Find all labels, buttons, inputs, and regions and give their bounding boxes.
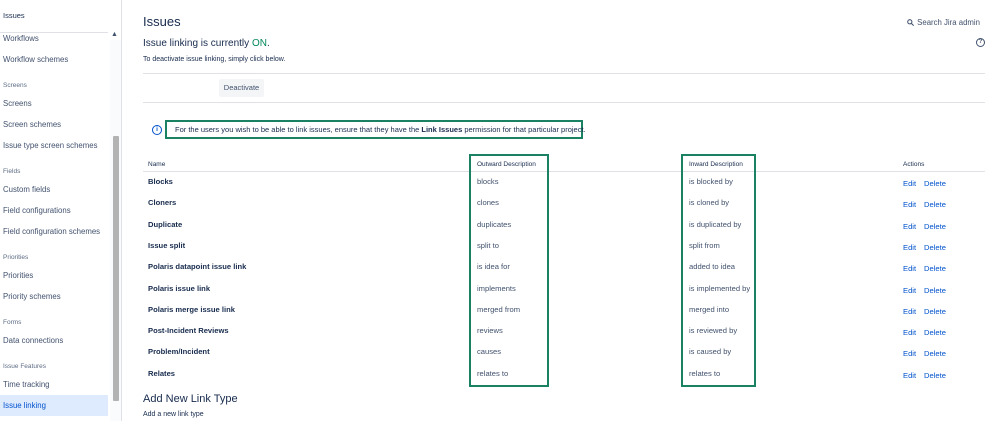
- inward-description: is cloned by: [689, 198, 730, 207]
- info-text-after: permission for that particular project.: [462, 125, 586, 134]
- search-jira-admin-label: Search Jira admin: [917, 18, 980, 27]
- inward-description: is duplicated by: [689, 220, 742, 229]
- add-link-type-title: Add New Link Type: [143, 393, 238, 405]
- sidebar-item-priorities[interactable]: Priorities: [3, 271, 33, 280]
- delete-link[interactable]: Delete: [924, 286, 946, 295]
- delete-link[interactable]: Delete: [924, 264, 946, 273]
- link-issues-permission-note: For the users you wish to be able to lin…: [165, 120, 586, 139]
- link-type-name: Relates: [148, 369, 176, 378]
- outward-description: split to: [477, 241, 499, 250]
- scroll-up-arrow-icon[interactable]: ▲: [111, 31, 118, 38]
- sidebar-item-workflows[interactable]: Workflows: [3, 34, 39, 43]
- column-header-name: Name: [148, 161, 166, 168]
- link-type-name: Problem/Incident: [148, 347, 210, 356]
- status-prefix: Issue linking is currently: [143, 38, 252, 49]
- link-type-name: Issue split: [148, 241, 186, 250]
- sidebar-item-issue-type-screen-schemes[interactable]: Issue type screen schemes: [3, 141, 97, 150]
- delete-link[interactable]: Delete: [924, 243, 946, 252]
- info-text-before: For the users you wish to be able to lin…: [175, 125, 422, 134]
- divider: [143, 73, 985, 74]
- sidebar-divider: [0, 32, 108, 33]
- outward-description: merged from: [477, 305, 521, 314]
- page-title: Issues: [143, 14, 181, 29]
- edit-link[interactable]: Edit: [903, 179, 916, 188]
- divider: [143, 102, 985, 103]
- link-type-name: Cloners: [148, 198, 177, 207]
- link-type-name: Polaris datapoint issue link: [148, 262, 247, 271]
- edit-link[interactable]: Edit: [903, 286, 916, 295]
- inward-description: merged into: [689, 305, 730, 314]
- delete-link[interactable]: Delete: [924, 179, 946, 188]
- delete-link[interactable]: Delete: [924, 222, 946, 231]
- inward-description: is blocked by: [689, 177, 733, 186]
- outward-description: is idea for: [477, 262, 510, 271]
- sidebar-item-issue-linking[interactable]: Issue linking: [3, 401, 46, 410]
- link-type-name: Post-Incident Reviews: [148, 326, 229, 335]
- info-icon: i: [152, 125, 162, 135]
- inward-description: added to idea: [689, 262, 736, 271]
- sidebar-item-workflow-schemes[interactable]: Workflow schemes: [3, 55, 68, 64]
- sidebar-item-field-configurations[interactable]: Field configurations: [3, 206, 71, 215]
- inward-description: split from: [689, 241, 720, 250]
- sidebar-scrollbar-thumb[interactable]: [113, 136, 119, 401]
- sidebar-item-field-configuration-schemes[interactable]: Field configuration schemes: [3, 227, 100, 236]
- delete-link[interactable]: Delete: [924, 200, 946, 209]
- outward-description: implements: [477, 284, 516, 293]
- outward-description: blocks: [477, 177, 499, 186]
- sidebar-title: Issues: [3, 11, 25, 20]
- sidebar-heading-fields: Fields: [3, 168, 21, 175]
- status-suffix: .: [266, 38, 270, 49]
- deactivate-hint: To deactivate issue linking, simply clic…: [143, 56, 286, 63]
- sidebar-item-screen-schemes[interactable]: Screen schemes: [3, 120, 61, 129]
- edit-link[interactable]: Edit: [903, 307, 916, 316]
- outward-description: causes: [477, 347, 502, 356]
- sidebar: Issues ▲ Workflows Workflow schemes Scre…: [0, 0, 122, 421]
- outward-description: duplicates: [477, 220, 512, 229]
- delete-link[interactable]: Delete: [924, 371, 946, 380]
- edit-link[interactable]: Edit: [903, 222, 916, 231]
- info-text-bold: Link Issues: [421, 125, 463, 134]
- outward-description: relates to: [477, 369, 509, 378]
- sidebar-heading-issue-features: Issue Features: [3, 363, 46, 370]
- inward-description: is implemented by: [689, 284, 751, 293]
- help-icon[interactable]: ?: [976, 38, 985, 47]
- column-header-actions: Actions: [903, 161, 925, 168]
- edit-link[interactable]: Edit: [903, 328, 916, 337]
- table-header-divider: [143, 171, 985, 172]
- edit-link[interactable]: Edit: [903, 371, 916, 380]
- link-type-name: Polaris issue link: [148, 284, 211, 293]
- status-state: ON: [251, 38, 267, 49]
- edit-link[interactable]: Edit: [903, 243, 916, 252]
- inward-description: is reviewed by: [689, 326, 738, 335]
- issue-linking-status: Issue linking is currently ON.: [143, 38, 270, 49]
- link-type-name: Polaris merge issue link: [148, 305, 235, 314]
- outward-description: reviews: [477, 326, 503, 335]
- inward-description: relates to: [689, 369, 721, 378]
- delete-link[interactable]: Delete: [924, 349, 946, 358]
- deactivate-button[interactable]: Deactivate: [219, 79, 264, 97]
- sidebar-item-custom-fields[interactable]: Custom fields: [3, 185, 50, 194]
- outward-description: clones: [477, 198, 499, 207]
- edit-link[interactable]: Edit: [903, 349, 916, 358]
- link-type-name: Duplicate: [148, 220, 183, 229]
- sidebar-item-data-connections[interactable]: Data connections: [3, 336, 63, 345]
- link-type-name: Blocks: [148, 177, 173, 186]
- sidebar-heading-priorities: Priorities: [3, 254, 29, 261]
- sidebar-item-screens[interactable]: Screens: [3, 99, 32, 108]
- edit-link[interactable]: Edit: [903, 200, 916, 209]
- sidebar-heading-screens: Screens: [3, 82, 27, 89]
- sidebar-item-priority-schemes[interactable]: Priority schemes: [3, 292, 61, 301]
- add-link-type-subtitle: Add a new link type: [143, 411, 204, 418]
- delete-link[interactable]: Delete: [924, 328, 946, 337]
- inward-description: is caused by: [689, 347, 732, 356]
- search-icon: [907, 19, 915, 26]
- edit-link[interactable]: Edit: [903, 264, 916, 273]
- delete-link[interactable]: Delete: [924, 307, 946, 316]
- sidebar-item-time-tracking[interactable]: Time tracking: [3, 380, 50, 389]
- sidebar-heading-forms: Forms: [3, 319, 22, 326]
- search-jira-admin-link[interactable]: Search Jira admin: [907, 18, 980, 27]
